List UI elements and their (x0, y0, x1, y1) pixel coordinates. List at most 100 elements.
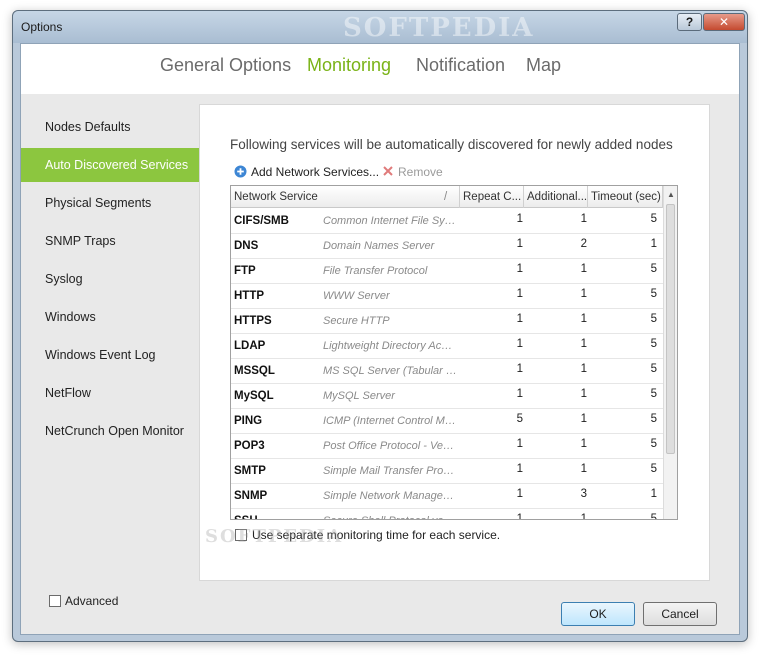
title-bar[interactable]: Options SOFTPEDIA ? ✕ (13, 11, 747, 43)
sidebar-item-netflow[interactable]: NetFlow (21, 376, 199, 410)
grid-header: Network Service / Repeat C... Additional… (231, 186, 663, 208)
sidebar-item-physical-segments[interactable]: Physical Segments (21, 186, 199, 220)
repeat-count-cell: 1 (516, 313, 523, 325)
timeout-cell: 5 (650, 363, 657, 375)
service-name-cell: HTTPS (234, 315, 272, 327)
help-button[interactable]: ? (677, 13, 702, 31)
repeat-count-cell: 1 (516, 263, 523, 275)
repeat-count-cell: 1 (516, 488, 523, 500)
repeat-count-cell: 1 (516, 438, 523, 450)
timeout-cell: 5 (650, 213, 657, 225)
watermark-logo: SOFTPEDIA (343, 13, 535, 43)
scroll-up-icon[interactable]: ▲ (667, 190, 675, 199)
service-description-cell: Lightweight Directory Access (323, 340, 457, 352)
client-area: General Options Monitoring Notification … (20, 43, 740, 635)
repeat-count-cell: 1 (516, 238, 523, 250)
timeout-cell: 5 (650, 388, 657, 400)
table-row[interactable]: SSH Secure Shell Protocol version 1 1 5 (231, 509, 663, 520)
service-description-cell: Common Internet File System (323, 215, 457, 227)
table-row[interactable]: POP3 Post Office Protocol - Version 3 1 1 5 (231, 434, 663, 459)
additional-cell: 1 (580, 513, 587, 520)
service-description-cell: ICMP (Internet Control Message) (323, 415, 457, 427)
sidebar-item-netcrunch-open-monitor[interactable]: NetCrunch Open Monitor (21, 414, 199, 448)
add-network-services-button[interactable]: Add Network Services... (234, 165, 379, 181)
window-title: Options (21, 20, 63, 34)
service-name-cell: MSSQL (234, 365, 275, 377)
table-row[interactable]: HTTPS Secure HTTP 1 1 5 (231, 309, 663, 334)
sidebar-item-windows[interactable]: Windows (21, 300, 199, 334)
sidebar-item-auto-discovered-services[interactable]: Auto Discovered Services (21, 148, 199, 182)
options-window: Options SOFTPEDIA ? ✕ General Options Mo… (12, 10, 748, 642)
service-description-cell: MySQL Server (323, 390, 395, 402)
service-description-cell: Post Office Protocol - Version 3 (323, 440, 457, 452)
service-description-cell: Simple Mail Transfer Protocol (323, 465, 457, 477)
repeat-count-cell: 1 (516, 388, 523, 400)
table-row[interactable]: PING ICMP (Internet Control Message) 5 1 5 (231, 409, 663, 434)
service-description-cell: Secure Shell Protocol version (323, 515, 457, 519)
repeat-count-cell: 1 (516, 338, 523, 350)
service-name-cell: LDAP (234, 340, 266, 352)
services-grid: Network Service / Repeat C... Additional… (230, 185, 678, 520)
column-additional[interactable]: Additional... (524, 186, 588, 208)
timeout-cell: 5 (650, 463, 657, 475)
timeout-cell: 5 (650, 313, 657, 325)
table-row[interactable]: LDAP Lightweight Directory Access 1 1 5 (231, 334, 663, 359)
tab-notification[interactable]: Notification (416, 55, 505, 76)
additional-cell: 1 (580, 363, 587, 375)
service-description-cell: Domain Names Server (323, 240, 435, 252)
additional-cell: 1 (580, 213, 587, 225)
service-name-cell: CIFS/SMB (234, 215, 289, 227)
column-repeat-count[interactable]: Repeat C... (460, 186, 524, 208)
timeout-cell: 5 (650, 263, 657, 275)
table-row[interactable]: CIFS/SMB Common Internet File System 1 1 5 (231, 209, 663, 234)
intro-text: Following services will be automatically… (230, 137, 673, 152)
service-name-cell: SSH (234, 515, 258, 519)
vertical-scrollbar[interactable]: ▲ (663, 186, 677, 519)
top-navigation: General Options Monitoring Notification … (21, 44, 739, 94)
table-row[interactable]: HTTP WWW Server 1 1 5 (231, 284, 663, 309)
table-row[interactable]: SMTP Simple Mail Transfer Protocol 1 1 5 (231, 459, 663, 484)
table-row[interactable]: MySQL MySQL Server 1 1 5 (231, 384, 663, 409)
service-name-cell: DNS (234, 240, 259, 252)
cancel-button[interactable]: Cancel (643, 602, 717, 626)
remove-button[interactable]: Remove (382, 165, 443, 180)
repeat-count-cell: 1 (516, 288, 523, 300)
sidebar-item-snmp-traps[interactable]: SNMP Traps (21, 224, 199, 258)
repeat-count-cell: 1 (516, 363, 523, 375)
column-timeout[interactable]: Timeout (sec) (588, 186, 663, 208)
column-network-service[interactable]: Network Service / (231, 186, 460, 208)
additional-cell: 1 (580, 263, 587, 275)
sidebar-item-windows-event-log[interactable]: Windows Event Log (21, 338, 199, 372)
additional-cell: 1 (580, 463, 587, 475)
content-panel: Following services will be automatically… (199, 104, 710, 581)
service-name-cell: SNMP (234, 490, 268, 502)
tab-general-options[interactable]: General Options (160, 55, 291, 76)
timeout-cell: 5 (650, 288, 657, 300)
table-row[interactable]: SNMP Simple Network Management 1 3 1 (231, 484, 663, 509)
repeat-count-cell: 1 (516, 213, 523, 225)
close-button[interactable]: ✕ (703, 13, 745, 31)
service-description-cell: File Transfer Protocol (323, 265, 428, 277)
timeout-cell: 5 (650, 413, 657, 425)
service-name-cell: HTTP (234, 290, 265, 302)
scroll-thumb[interactable] (666, 204, 675, 454)
ok-button[interactable]: OK (561, 602, 635, 626)
column-network-service-label: Network Service (234, 191, 318, 203)
timeout-cell: 1 (650, 238, 657, 250)
advanced-checkbox[interactable] (49, 595, 61, 607)
sidebar-item-nodes-defaults[interactable]: Nodes Defaults (21, 110, 199, 144)
sidebar-item-syslog[interactable]: Syslog (21, 262, 199, 296)
table-row[interactable]: MSSQL MS SQL Server (Tabular Data) 1 1 5 (231, 359, 663, 384)
service-description-cell: WWW Server (323, 290, 390, 302)
service-name-cell: FTP (234, 265, 256, 277)
service-name-cell: POP3 (234, 440, 265, 452)
additional-cell: 1 (580, 388, 587, 400)
additional-cell: 2 (580, 238, 587, 250)
table-row[interactable]: FTP File Transfer Protocol 1 1 5 (231, 259, 663, 284)
tab-monitoring[interactable]: Monitoring (307, 55, 391, 76)
table-row[interactable]: DNS Domain Names Server 1 2 1 (231, 234, 663, 259)
timeout-cell: 5 (650, 338, 657, 350)
tab-map[interactable]: Map (526, 55, 561, 76)
repeat-count-cell: 5 (516, 413, 523, 425)
timeout-cell: 5 (650, 513, 657, 520)
